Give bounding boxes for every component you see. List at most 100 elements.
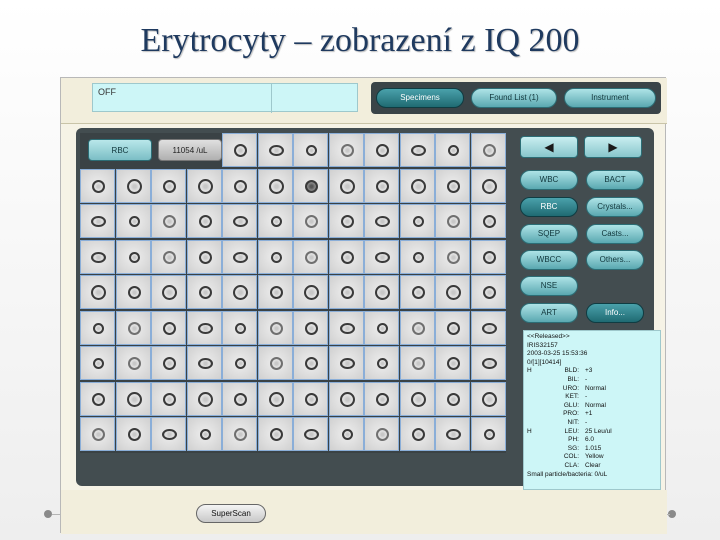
rbc-image-cell[interactable] [364,381,399,416]
rbc-image-cell[interactable] [80,168,115,203]
rbc-image-cell[interactable] [328,381,364,416]
rbc-image-cell[interactable] [80,239,115,274]
rbc-image-cell[interactable] [80,204,115,238]
rbc-image-cell[interactable] [222,346,257,380]
wbc-button[interactable]: WBC [520,170,578,190]
rbc-image-cell[interactable] [470,168,506,203]
rbc-image-cell[interactable] [151,310,186,345]
crystals-button[interactable]: Crystals... [586,197,644,217]
rbc-image-cell[interactable] [470,310,506,345]
rbc-image-cell[interactable] [328,239,364,274]
rbc-image-cell[interactable] [186,204,222,238]
rbc-image-cell[interactable] [435,204,470,238]
wbcc-button[interactable]: WBCC [520,250,578,270]
rbc-image-cell[interactable] [399,239,435,274]
next-arrow-button[interactable]: ▶ [584,136,642,158]
rbc-image-cell[interactable] [399,168,435,203]
rbc-image-cell[interactable] [222,381,257,416]
rbc-image-cell[interactable] [435,310,470,345]
rbc-image-cell[interactable] [293,168,328,203]
rbc-image-cell[interactable] [364,239,399,274]
rbc-image-cell[interactable] [470,204,506,238]
rbc-image-cell[interactable] [399,204,435,238]
rbc-image-cell[interactable] [257,133,293,167]
rbc-image-cell[interactable] [257,168,293,203]
rbc-image-cell[interactable] [435,239,470,274]
rbc-image-cell[interactable] [435,417,470,451]
info-button[interactable]: Info... [586,303,644,323]
rbc-image-cell[interactable] [186,381,222,416]
rbc-image-cell[interactable] [151,346,186,380]
rbc-image-cell[interactable] [257,417,293,451]
rbc-image-cell[interactable] [257,275,293,309]
rbc-image-cell[interactable] [364,204,399,238]
rbc-image-cell[interactable] [399,417,435,451]
rbc-image-cell[interactable] [115,168,151,203]
rbc-image-cell[interactable] [470,346,506,380]
rbc-image-cell[interactable] [115,204,151,238]
rbc-image-cell[interactable] [115,310,151,345]
rbc-image-cell[interactable] [257,381,293,416]
rbc-image-cell[interactable] [257,346,293,380]
rbc-image-cell[interactable] [222,275,257,309]
rbc-image-cell[interactable] [151,275,186,309]
rbc-image-cell[interactable] [257,204,293,238]
rbc-image-cell[interactable] [328,417,364,451]
rbc-image-cell[interactable] [470,381,506,416]
rbc-image-cell[interactable] [80,310,115,345]
rbc-image-cell[interactable] [364,133,399,167]
casts-button[interactable]: Casts... [586,224,644,244]
tab-found-list[interactable]: Found List (1) [471,88,557,108]
others-button[interactable]: Others... [586,250,644,270]
rbc-image-cell[interactable] [435,133,470,167]
rbc-image-cell[interactable] [328,275,364,309]
art-button[interactable]: ART [520,303,578,323]
rbc-image-cell[interactable] [364,168,399,203]
rbc-image-cell[interactable] [293,133,328,167]
rbc-image-cell[interactable] [328,346,364,380]
rbc-image-cell[interactable] [435,275,470,309]
rbc-image-cell[interactable] [435,381,470,416]
rbc-image-cell[interactable] [80,381,115,416]
rbc-image-cell[interactable] [222,417,257,451]
rbc-image-cell[interactable] [328,204,364,238]
rbc-image-cell[interactable] [115,346,151,380]
rbc-image-cell[interactable] [470,239,506,274]
rbc-image-cell[interactable] [399,310,435,345]
rbc-image-cell[interactable] [328,310,364,345]
superscan-button[interactable]: SuperScan [196,504,266,523]
rbc-image-cell[interactable] [151,204,186,238]
rbc-image-cell[interactable] [151,381,186,416]
rbc-image-cell[interactable] [328,133,364,167]
rbc-image-cell[interactable] [293,275,328,309]
rbc-image-cell[interactable] [80,275,115,309]
rbc-image-cell[interactable] [435,346,470,380]
rbc-image-cell[interactable] [222,239,257,274]
rbc-image-cell[interactable] [399,381,435,416]
rbc-image-cell[interactable] [470,275,506,309]
rbc-image-cell[interactable] [293,310,328,345]
rbc-image-cell[interactable] [293,381,328,416]
rbc-image-cell[interactable] [293,346,328,380]
rbc-image-cell[interactable] [115,381,151,416]
rbc-image-cell[interactable] [470,133,506,167]
rbc-button[interactable]: RBC [520,197,578,217]
rbc-image-cell[interactable] [115,239,151,274]
rbc-image-cell[interactable] [151,417,186,451]
rbc-image-cell[interactable] [470,417,506,451]
rbc-image-cell[interactable] [80,417,115,451]
rbc-image-cell[interactable] [364,346,399,380]
rbc-image-cell[interactable] [399,133,435,167]
rbc-image-cell[interactable] [257,310,293,345]
rbc-image-cell[interactable] [293,239,328,274]
rbc-image-cell[interactable] [399,275,435,309]
rbc-image-cell[interactable] [80,346,115,380]
bact-button[interactable]: BACT [586,170,644,190]
rbc-image-cell[interactable] [293,417,328,451]
rbc-image-cell[interactable] [186,346,222,380]
rbc-image-cell[interactable] [328,168,364,203]
rbc-image-cell[interactable] [115,417,151,451]
sqep-button[interactable]: SQEP [520,224,578,244]
category-tag[interactable]: RBC [88,139,152,161]
rbc-image-cell[interactable] [222,168,257,203]
